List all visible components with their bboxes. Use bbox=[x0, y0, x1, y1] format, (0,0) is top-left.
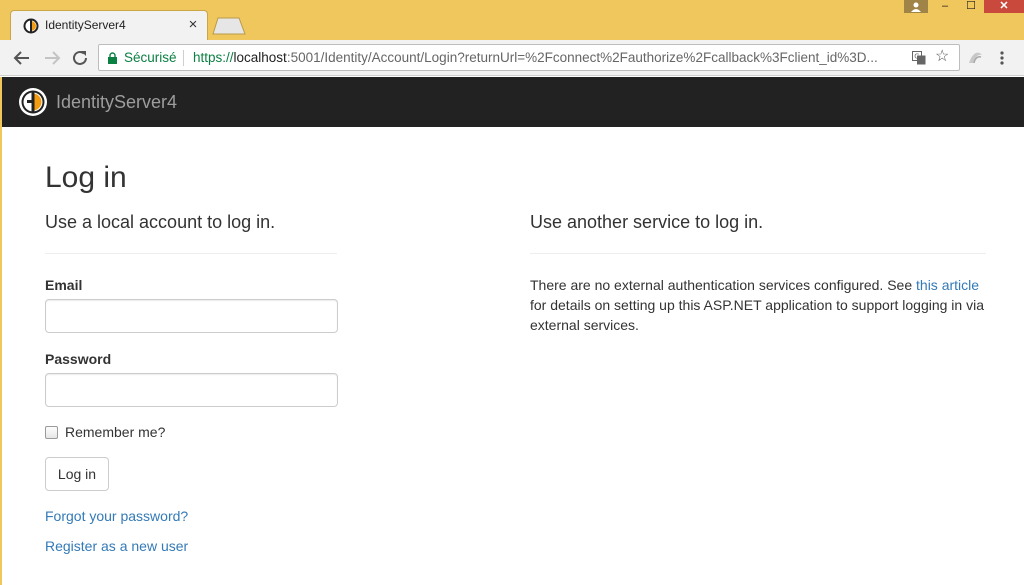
identityserver-logo-icon[interactable] bbox=[18, 87, 48, 117]
forward-arrow-icon[interactable] bbox=[42, 48, 62, 68]
browser-menu-icon[interactable] bbox=[996, 48, 1008, 68]
url-separator bbox=[183, 50, 184, 66]
remember-me-checkbox[interactable] bbox=[45, 426, 58, 439]
url-text[interactable]: https://localhost:5001/Identity/Account/… bbox=[193, 50, 903, 65]
url-host: localhost bbox=[233, 50, 287, 65]
window-close-button[interactable]: ✕ bbox=[984, 0, 1024, 13]
new-tab-button[interactable] bbox=[212, 17, 246, 35]
password-input[interactable] bbox=[45, 373, 338, 407]
browser-tab[interactable]: IdentityServer4 × bbox=[10, 10, 208, 40]
local-divider bbox=[45, 253, 337, 254]
local-account-heading: Use a local account to log in. bbox=[45, 212, 276, 232]
user-profile-icon[interactable] bbox=[904, 0, 928, 13]
translate-icon[interactable]: G bbox=[912, 51, 926, 65]
identityserver-favicon-icon bbox=[23, 18, 39, 34]
email-input[interactable] bbox=[45, 299, 338, 333]
external-text-before: There are no external authentication ser… bbox=[530, 277, 917, 293]
browser-toolbar: Sécurisé https://localhost:5001/Identity… bbox=[0, 40, 1024, 76]
bookmark-star-icon[interactable]: ☆ bbox=[935, 48, 949, 66]
email-label: Email bbox=[45, 277, 83, 293]
svg-text:G: G bbox=[914, 53, 919, 61]
external-services-message: There are no external authentication ser… bbox=[530, 275, 990, 335]
page-content: Log in Use a local account to log in. Em… bbox=[0, 127, 1024, 585]
url-path: :5001/Identity/Account/Login?returnUrl=%… bbox=[286, 50, 878, 65]
tab-close-icon[interactable]: × bbox=[185, 16, 201, 34]
reload-icon[interactable] bbox=[70, 48, 90, 68]
page-title: Log in bbox=[45, 161, 127, 194]
browser-titlebar: IdentityServer4 × – ☐ ✕ bbox=[0, 0, 1024, 40]
address-bar[interactable]: Sécurisé https://localhost:5001/Identity… bbox=[98, 44, 960, 71]
tab-title: IdentityServer4 bbox=[45, 18, 126, 32]
brand-name[interactable]: IdentityServer4 bbox=[56, 92, 177, 113]
password-label: Password bbox=[45, 351, 112, 367]
external-divider bbox=[530, 253, 986, 254]
secure-label: Sécurisé bbox=[124, 50, 177, 65]
forgot-password-link[interactable]: Forgot your password? bbox=[45, 508, 188, 524]
window-maximize-button[interactable]: ☐ bbox=[958, 0, 984, 13]
remember-me-label[interactable]: Remember me? bbox=[65, 424, 165, 440]
app-navbar: IdentityServer4 bbox=[0, 77, 1024, 127]
url-scheme: https:// bbox=[193, 50, 234, 65]
extension-icon[interactable] bbox=[965, 49, 985, 67]
external-login-heading: Use another service to log in. bbox=[530, 212, 764, 232]
this-article-link[interactable]: this article bbox=[916, 277, 979, 293]
external-text-after: for details on setting up this ASP.NET a… bbox=[530, 297, 984, 333]
login-button[interactable]: Log in bbox=[45, 457, 109, 491]
lock-icon[interactable] bbox=[107, 52, 118, 64]
window-minimize-button[interactable]: – bbox=[932, 0, 958, 13]
back-arrow-icon[interactable] bbox=[12, 48, 32, 68]
register-link[interactable]: Register as a new user bbox=[45, 538, 188, 554]
